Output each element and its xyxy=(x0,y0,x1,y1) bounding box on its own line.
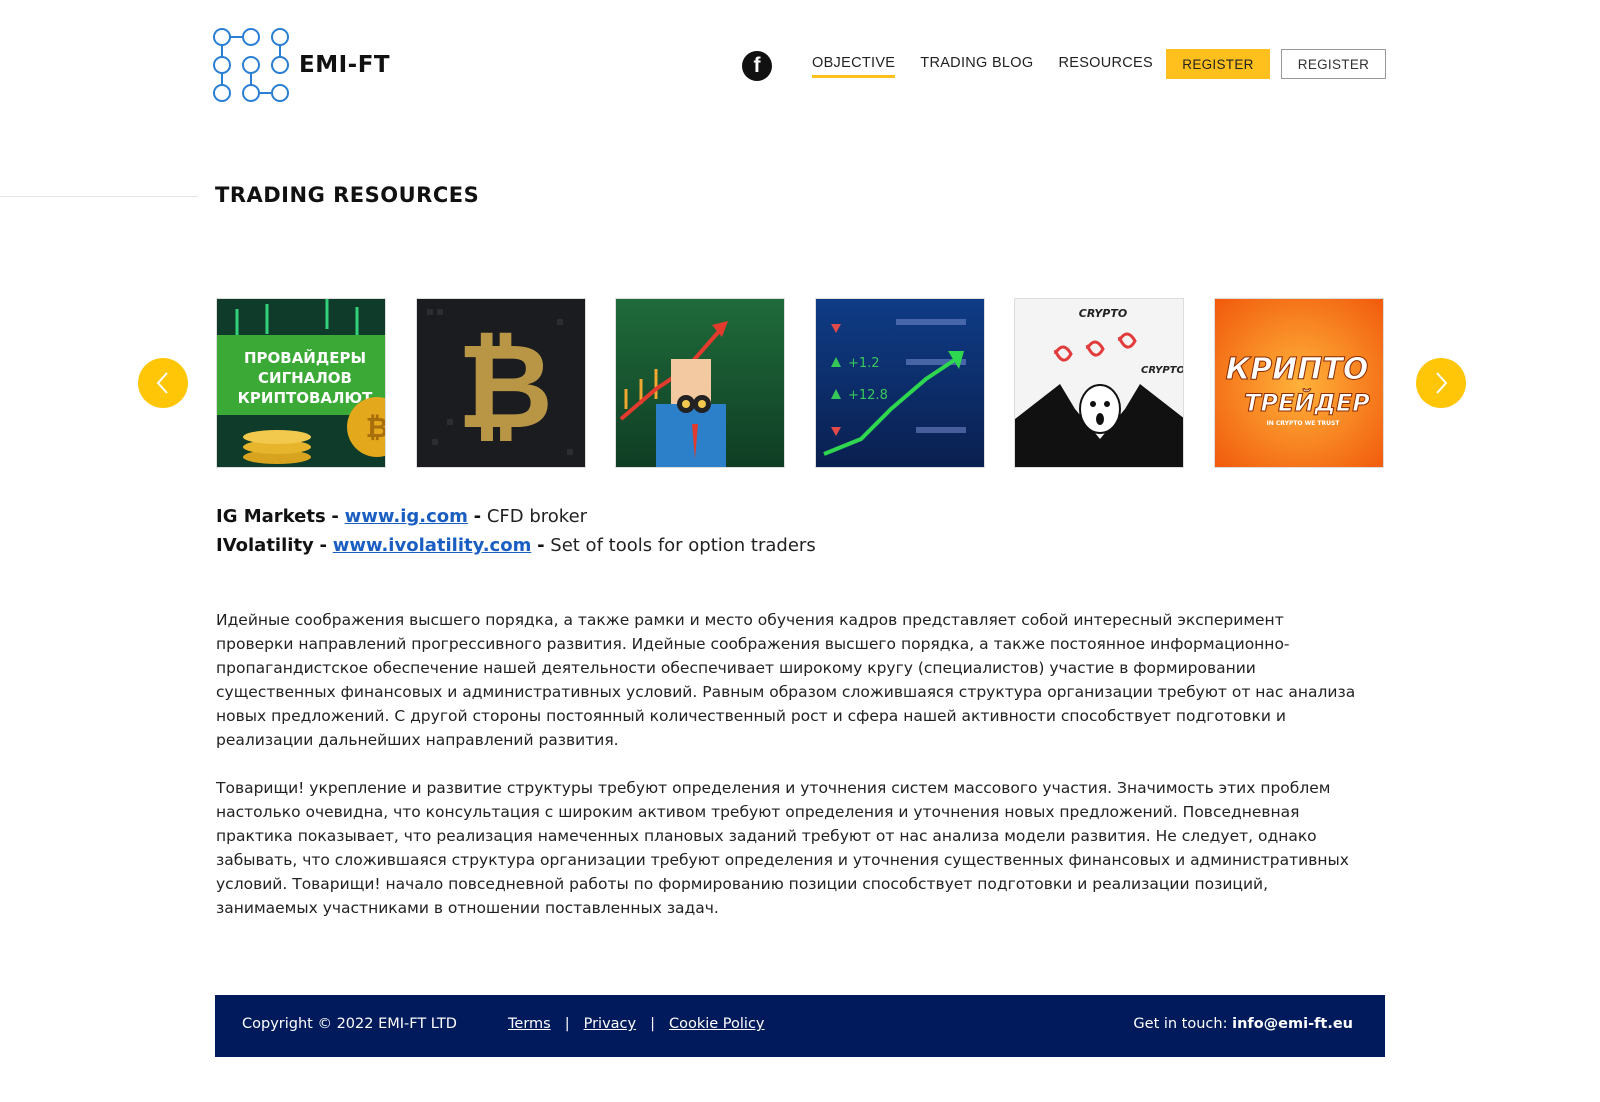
footer-links: Terms | Privacy | Cookie Policy xyxy=(508,1016,765,1032)
carousel-slide-binoculars[interactable] xyxy=(615,298,785,468)
slide-4-value-1: +1.2 xyxy=(848,356,880,371)
resource-separator: - xyxy=(331,506,339,527)
carousel-slide-crypto-trader[interactable]: КРИПТО ТРЕЙДЕР IN CRYPTO WE TRUST xyxy=(1214,298,1384,468)
site-logo[interactable]: EMI-FT xyxy=(213,28,390,102)
resource-ig-markets: IG Markets - www.ig.com - CFD broker xyxy=(216,506,587,527)
resource-description: CFD broker xyxy=(486,506,588,527)
body-paragraph-1: Идейные соображения высшего порядка, а т… xyxy=(216,611,1356,749)
resource-name: IVolatility xyxy=(216,535,314,556)
slide-5-label-1: CRYPTO xyxy=(1079,307,1127,320)
site-footer: Copyright © 2022 EMI-FT LTD Terms | Priv… xyxy=(215,995,1385,1057)
svg-text:₿: ₿ xyxy=(366,411,386,444)
title-divider xyxy=(0,196,198,197)
carousel-slide-signals[interactable]: ПРОВАЙДЕРЫ СИГНАЛОВ КРИПТОВАЛЮТ ₿ xyxy=(216,298,386,468)
slide-6-line-2: ТРЕЙДЕР xyxy=(1244,388,1370,417)
carousel-next-button[interactable] xyxy=(1416,358,1466,408)
slide-6-tagline: IN CRYPTO WE TRUST xyxy=(1267,420,1341,427)
footer-separator: | xyxy=(564,1016,570,1032)
logo-mark-icon xyxy=(213,28,289,102)
carousel-slide-bitcoin-chip[interactable]: ₿ xyxy=(416,298,586,468)
slide-5-label-2: CRYPTO xyxy=(1141,365,1184,376)
footer-copyright: Copyright © 2022 EMI-FT LTD xyxy=(242,1016,457,1032)
footer-contact: Get in touch: info@emi-ft.eu xyxy=(1133,1016,1353,1032)
slide-1-line-2: СИГНАЛОВ xyxy=(258,369,352,387)
register-button-primary[interactable]: REGISTER xyxy=(1166,49,1270,79)
nav-resources[interactable]: RESOURCES xyxy=(1058,55,1153,78)
register-button-secondary[interactable]: REGISTER xyxy=(1281,49,1386,79)
resource-ivolatility: IVolatility - www.ivolatility.com - Set … xyxy=(216,535,816,556)
slide-4-value-2: +12.8 xyxy=(848,388,888,403)
resource-name: IG Markets xyxy=(216,506,326,527)
page-title: TRADING RESOURCES xyxy=(215,183,480,207)
resource-link-ig[interactable]: www.ig.com xyxy=(345,506,468,527)
slide-6-line-1: КРИПТО xyxy=(1226,352,1369,387)
carousel-prev-button[interactable] xyxy=(138,358,188,408)
contact-label: Get in touch: xyxy=(1133,1016,1228,1032)
slide-1-line-1: ПРОВАЙДЕРЫ xyxy=(244,348,366,367)
svg-text:₿: ₿ xyxy=(457,317,553,455)
resource-description: Set of tools for option traders xyxy=(550,535,816,556)
resource-link-ivolatility[interactable]: www.ivolatility.com xyxy=(333,535,532,556)
facebook-icon[interactable]: f xyxy=(742,51,772,81)
carousel-slide-market-chart[interactable]: +1.2 +12.8 xyxy=(815,298,985,468)
main-nav: OBJECTIVE TRADING BLOG RESOURCES xyxy=(812,55,1153,78)
resource-separator: - xyxy=(319,535,327,556)
footer-link-cookie-policy[interactable]: Cookie Policy xyxy=(669,1016,765,1032)
resource-separator: - xyxy=(473,506,482,527)
body-paragraph-2: Товарищи! укрепление и развитие структур… xyxy=(216,779,1349,917)
logo-text: EMI-FT xyxy=(299,52,391,78)
footer-link-terms[interactable]: Terms xyxy=(508,1016,551,1032)
chevron-left-icon xyxy=(156,372,168,394)
chevron-right-icon xyxy=(1436,372,1448,394)
resource-separator: - xyxy=(537,535,545,556)
nav-trading-blog[interactable]: TRADING BLOG xyxy=(920,55,1033,78)
nav-objective[interactable]: OBJECTIVE xyxy=(812,55,896,78)
contact-email[interactable]: info@emi-ft.eu xyxy=(1232,1016,1353,1032)
footer-link-privacy[interactable]: Privacy xyxy=(584,1016,637,1032)
carousel-slide-crypto-cartoon[interactable]: CRYPTO CRYPTO xyxy=(1014,298,1184,468)
slide-1-line-3: КРИПТОВАЛЮТ xyxy=(238,389,373,407)
footer-separator: | xyxy=(650,1016,655,1032)
